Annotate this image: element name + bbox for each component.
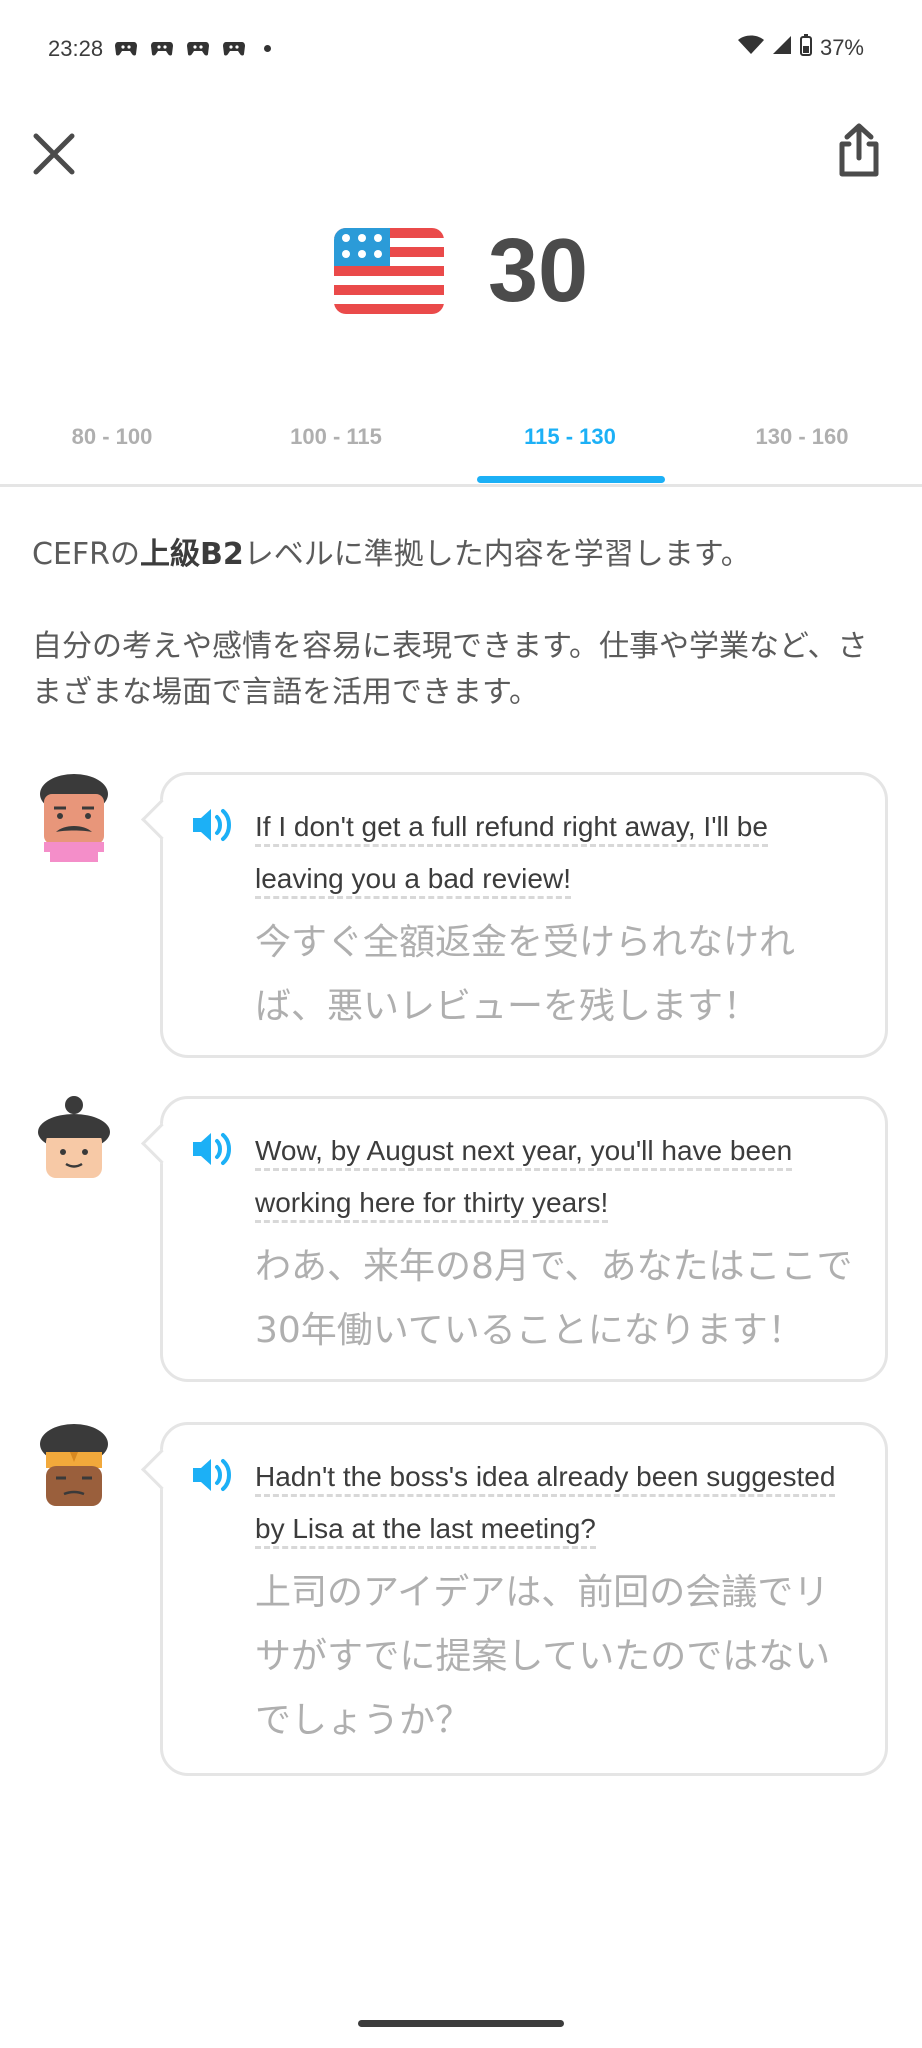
dialogue-bubble: Hadn't the boss's idea already been sugg…	[140, 1422, 888, 1776]
japanese-translation: わあ、来年の8月で、あなたはここで30年働いていることになります！	[255, 1246, 853, 1351]
japanese-translation: 今すぐ全額返金を受けられなければ、悪いレビューを残します！	[255, 922, 796, 1027]
active-tab-indicator	[477, 476, 665, 483]
share-button[interactable]	[834, 122, 884, 178]
more-notifications-dot	[264, 44, 271, 52]
speaker-icon	[193, 1459, 231, 1491]
bubble-tail	[140, 1448, 183, 1491]
wifi-icon	[737, 35, 764, 61]
signal-icon	[772, 35, 792, 61]
english-sentence: If I don't get a full refund right away,…	[255, 801, 855, 905]
game-controller-icon	[186, 38, 210, 58]
bubble-tail	[140, 798, 183, 841]
avatar-bun-woman	[36, 1096, 112, 1186]
english-text[interactable]: Hadn't the boss's idea already been sugg…	[255, 1461, 836, 1549]
speaker-icon	[193, 809, 231, 841]
score-range-tabs: 80 - 100 100 - 115 115 - 130 130 - 160	[0, 410, 922, 487]
speaker-button[interactable]	[191, 1455, 237, 1495]
dialogue-bubble: Wow, by August next year, you'll have be…	[140, 1096, 888, 1382]
summary-prefix: CEFRの	[32, 537, 141, 572]
battery-icon	[799, 34, 812, 62]
game-controller-icon	[150, 38, 174, 58]
home-indicator[interactable]	[358, 2020, 564, 2027]
close-icon	[33, 133, 75, 175]
english-sentence: Wow, by August next year, you'll have be…	[255, 1125, 855, 1229]
share-icon	[839, 123, 879, 177]
level-description: 自分の考えや感情を容易に表現できます。仕事や学業など、さまざまな場面で言語を活用…	[32, 629, 868, 710]
speaker-button[interactable]	[191, 1129, 237, 1169]
bubble-tail	[140, 1122, 183, 1165]
english-text[interactable]: Wow, by August next year, you'll have be…	[255, 1135, 793, 1223]
status-bar: 23:28 37%	[0, 0, 922, 100]
us-flag-icon	[334, 228, 444, 314]
speaker-button[interactable]	[191, 805, 237, 845]
speaker-icon	[193, 1133, 231, 1165]
system-status: 37%	[737, 34, 864, 62]
tab-130-160[interactable]: 130 - 160	[702, 424, 902, 450]
english-sentence: Hadn't the boss's idea already been sugg…	[255, 1451, 855, 1555]
english-text[interactable]: If I don't get a full refund right away,…	[255, 811, 768, 899]
game-controller-icon	[222, 38, 246, 58]
notification-icons	[114, 38, 271, 58]
tab-80-100[interactable]: 80 - 100	[12, 424, 212, 450]
avatar-headwrap-woman	[36, 1422, 112, 1512]
game-controller-icon	[114, 38, 138, 58]
battery-percent: 37%	[819, 35, 864, 60]
dialogue-bubble: If I don't get a full refund right away,…	[140, 772, 888, 1058]
close-button[interactable]	[30, 130, 78, 178]
tab-115-130[interactable]: 115 - 130	[470, 424, 670, 450]
score-value: 30	[488, 221, 589, 321]
tab-100-115[interactable]: 100 - 115	[236, 424, 436, 450]
avatar-mustache-man	[36, 772, 112, 862]
summary-level: 上級B2	[140, 537, 244, 572]
level-summary: CEFRの上級B2レベルに準拠した内容を学習します。	[32, 532, 892, 578]
summary-suffix: レベルに準拠した内容を学習します。	[243, 537, 751, 572]
japanese-translation: 上司のアイデアは、前回の会議でリサがすでに提案していたのではないでしょうか？	[255, 1572, 831, 1741]
status-time: 23:28	[48, 36, 104, 61]
